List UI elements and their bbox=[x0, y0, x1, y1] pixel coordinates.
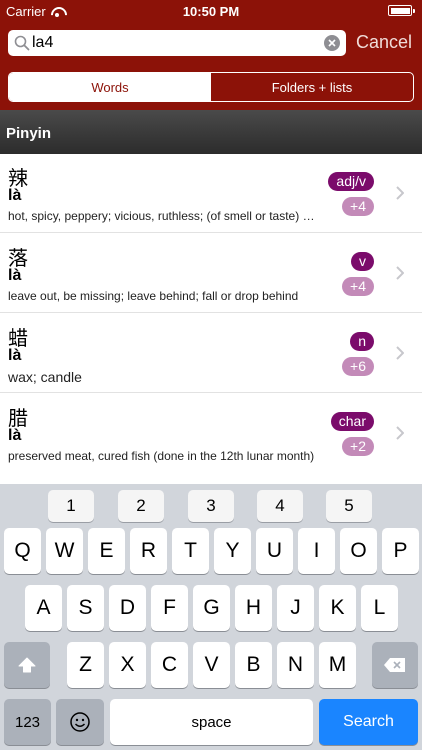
shift-key[interactable] bbox=[4, 642, 50, 688]
keyboard: 1 2 3 4 5 Q W E R T Y U I O P A S D F G … bbox=[0, 484, 422, 750]
delete-key[interactable] bbox=[372, 642, 418, 688]
key-b[interactable]: B bbox=[235, 642, 272, 688]
list-item[interactable]: 辣 là hot, spicy, peppery; vicious, ruthl… bbox=[0, 154, 422, 233]
key-z[interactable]: Z bbox=[67, 642, 104, 688]
key-o[interactable]: O bbox=[340, 528, 377, 574]
definition: preserved meat, cured fish (done in the … bbox=[8, 449, 315, 463]
key-a[interactable]: A bbox=[25, 585, 62, 631]
chevron-right-icon bbox=[396, 186, 404, 200]
section-header: Pinyin bbox=[0, 110, 422, 154]
list-item-partial bbox=[0, 470, 422, 484]
key-v[interactable]: V bbox=[193, 642, 230, 688]
key-t[interactable]: T bbox=[172, 528, 209, 574]
key-j[interactable]: J bbox=[277, 585, 314, 631]
key-n[interactable]: N bbox=[277, 642, 314, 688]
key-m[interactable]: M bbox=[319, 642, 356, 688]
tab-words[interactable]: Words bbox=[9, 73, 211, 101]
battery-icon bbox=[388, 5, 415, 16]
key-4[interactable]: 4 bbox=[257, 490, 303, 522]
definition: wax; candle bbox=[8, 369, 82, 385]
key-s[interactable]: S bbox=[67, 585, 104, 631]
list-item[interactable]: 蜡 là wax; candle n +6 bbox=[0, 314, 422, 393]
key-g[interactable]: G bbox=[193, 585, 230, 631]
segmented-control: Words Folders + lists bbox=[8, 72, 414, 102]
count-badge: +2 bbox=[342, 437, 374, 456]
count-badge: +4 bbox=[342, 197, 374, 216]
key-f[interactable]: F bbox=[151, 585, 188, 631]
emoji-icon bbox=[70, 712, 90, 732]
pinyin: là bbox=[8, 187, 22, 204]
key-k[interactable]: K bbox=[319, 585, 356, 631]
search-key[interactable]: Search bbox=[319, 699, 418, 745]
definition: leave out, be missing; leave behind; fal… bbox=[8, 289, 299, 303]
key-2[interactable]: 2 bbox=[118, 490, 164, 522]
key-q[interactable]: Q bbox=[4, 528, 41, 574]
clear-search-button[interactable] bbox=[324, 35, 340, 51]
shift-icon bbox=[18, 657, 36, 673]
key-5[interactable]: 5 bbox=[326, 490, 372, 522]
key-1[interactable]: 1 bbox=[48, 490, 94, 522]
key-y[interactable]: Y bbox=[214, 528, 251, 574]
key-d[interactable]: D bbox=[109, 585, 146, 631]
list-item[interactable]: 落 là leave out, be missing; leave behind… bbox=[0, 234, 422, 313]
key-u[interactable]: U bbox=[256, 528, 293, 574]
app-header: Carrier 10:50 PM Cancel Words Folders + … bbox=[0, 0, 422, 110]
search-icon bbox=[14, 35, 30, 51]
key-3[interactable]: 3 bbox=[188, 490, 234, 522]
key-e[interactable]: E bbox=[88, 528, 125, 574]
key-r[interactable]: R bbox=[130, 528, 167, 574]
tab-folders-lists[interactable]: Folders + lists bbox=[211, 73, 413, 101]
list-item[interactable]: 腊 là preserved meat, cured fish (done in… bbox=[0, 394, 422, 473]
number-row: 1 2 3 4 5 bbox=[0, 484, 422, 526]
part-of-speech-badge: char bbox=[330, 412, 374, 431]
status-bar: Carrier 10:50 PM bbox=[0, 0, 422, 22]
chevron-right-icon bbox=[396, 426, 404, 440]
definition: hot, spicy, peppery; vicious, ruthless; … bbox=[8, 209, 318, 223]
pinyin: là bbox=[8, 347, 22, 364]
cancel-button[interactable]: Cancel bbox=[356, 32, 412, 53]
count-badge: +6 bbox=[342, 357, 374, 376]
search-input[interactable] bbox=[32, 34, 302, 52]
key-l[interactable]: L bbox=[361, 585, 398, 631]
count-badge: +4 bbox=[342, 277, 374, 296]
key-p[interactable]: P bbox=[382, 528, 419, 574]
part-of-speech-badge: adj/v bbox=[328, 172, 374, 191]
status-time: 10:50 PM bbox=[182, 4, 240, 19]
emoji-key[interactable] bbox=[56, 699, 104, 745]
results-list: 辣 là hot, spicy, peppery; vicious, ruthl… bbox=[0, 154, 422, 484]
part-of-speech-badge: v bbox=[351, 252, 374, 271]
backspace-icon bbox=[384, 658, 405, 672]
search-field[interactable] bbox=[8, 30, 346, 56]
key-w[interactable]: W bbox=[46, 528, 83, 574]
pinyin: là bbox=[8, 267, 22, 284]
key-x[interactable]: X bbox=[109, 642, 146, 688]
key-c[interactable]: C bbox=[151, 642, 188, 688]
space-key[interactable]: space bbox=[110, 699, 313, 745]
numbers-key[interactable]: 123 bbox=[4, 699, 51, 745]
chevron-right-icon bbox=[396, 346, 404, 360]
key-i[interactable]: I bbox=[298, 528, 335, 574]
pinyin: là bbox=[8, 427, 22, 444]
part-of-speech-badge: n bbox=[350, 332, 374, 351]
close-icon bbox=[328, 39, 336, 47]
chevron-right-icon bbox=[396, 266, 404, 280]
key-h[interactable]: H bbox=[235, 585, 272, 631]
